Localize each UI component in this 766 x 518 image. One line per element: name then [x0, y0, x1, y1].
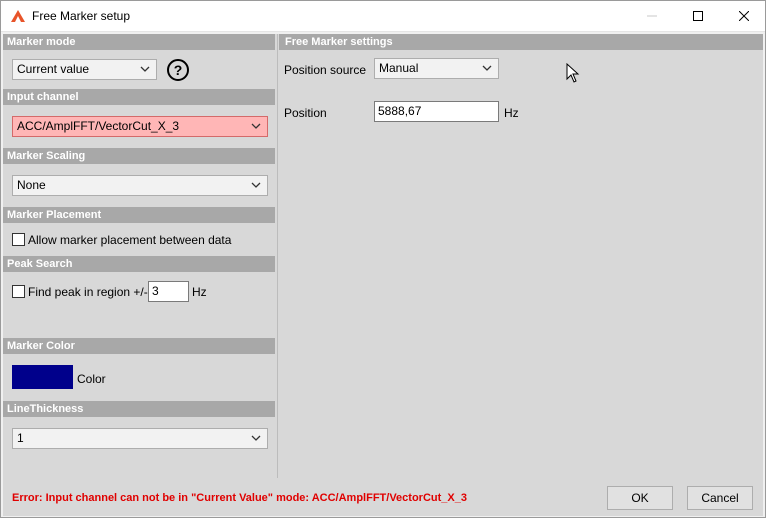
position-source-select[interactable]: Manual: [374, 58, 499, 79]
peak-search-header: Peak Search: [3, 256, 275, 272]
input-channel-select[interactable]: ACC/AmplFFT/VectorCut_X_3: [12, 116, 268, 137]
marker-color-header: Marker Color: [3, 338, 275, 354]
dialog-footer: Error: Input channel can not be in "Curr…: [3, 478, 763, 516]
artemis-logo-icon: [11, 10, 25, 22]
maximize-button[interactable]: [675, 1, 721, 32]
allow-placement-checkbox[interactable]: [12, 233, 25, 246]
right-panel: Free Marker settings Position source Man…: [279, 34, 763, 478]
free-marker-setup-dialog: Free Marker setup Marker mode Current va…: [0, 0, 766, 518]
chevron-down-icon: [140, 66, 150, 72]
line-thickness-value: 1: [17, 431, 24, 445]
find-peak-label: Find peak in region +/-: [28, 285, 148, 299]
line-thickness-select[interactable]: 1: [12, 428, 268, 449]
dialog-content: Marker mode Current value ? Input channe…: [3, 34, 763, 478]
line-thickness-header: LineThickness: [3, 401, 275, 417]
close-icon: [738, 10, 750, 22]
chevron-down-icon: [482, 65, 492, 71]
window-title: Free Marker setup: [32, 9, 131, 23]
position-source-label: Position source: [284, 63, 367, 77]
peak-region-input[interactable]: 3: [148, 281, 189, 302]
marker-scaling-header: Marker Scaling: [3, 148, 275, 164]
svg-text:?: ?: [174, 62, 183, 78]
ok-button[interactable]: OK: [607, 486, 673, 510]
chevron-down-icon: [251, 182, 261, 188]
left-panel: Marker mode Current value ? Input channe…: [3, 34, 275, 478]
error-message: Error: Input channel can not be in "Curr…: [12, 492, 467, 504]
input-channel-value: ACC/AmplFFT/VectorCut_X_3: [17, 119, 180, 133]
marker-scaling-select[interactable]: None: [12, 175, 268, 196]
marker-placement-header: Marker Placement: [3, 207, 275, 223]
find-peak-checkbox[interactable]: [12, 285, 25, 298]
title-bar: Free Marker setup: [1, 1, 765, 32]
free-marker-settings-header: Free Marker settings: [279, 34, 763, 50]
position-label: Position: [284, 106, 327, 120]
marker-mode-select[interactable]: Current value: [12, 59, 157, 80]
close-button[interactable]: [721, 1, 766, 32]
panel-divider: [277, 34, 278, 478]
minimize-button[interactable]: [629, 1, 675, 32]
mouse-cursor-icon: [566, 63, 580, 83]
chevron-down-icon: [251, 123, 261, 129]
input-channel-header: Input channel: [3, 89, 275, 105]
marker-mode-header: Marker mode: [3, 34, 275, 50]
position-unit: Hz: [504, 106, 519, 120]
maximize-icon: [693, 11, 703, 21]
question-circle-icon[interactable]: ?: [166, 58, 190, 82]
marker-color-swatch[interactable]: [12, 365, 73, 389]
marker-mode-value: Current value: [17, 62, 90, 76]
cancel-button[interactable]: Cancel: [687, 486, 753, 510]
position-input[interactable]: 5888,67: [374, 101, 499, 122]
allow-placement-label: Allow marker placement between data: [28, 233, 232, 247]
chevron-down-icon: [251, 435, 261, 441]
marker-color-label: Color: [77, 372, 106, 386]
position-source-value: Manual: [379, 61, 419, 75]
minimize-icon: [647, 15, 657, 17]
peak-region-unit: Hz: [192, 285, 207, 299]
marker-scaling-value: None: [17, 178, 46, 192]
